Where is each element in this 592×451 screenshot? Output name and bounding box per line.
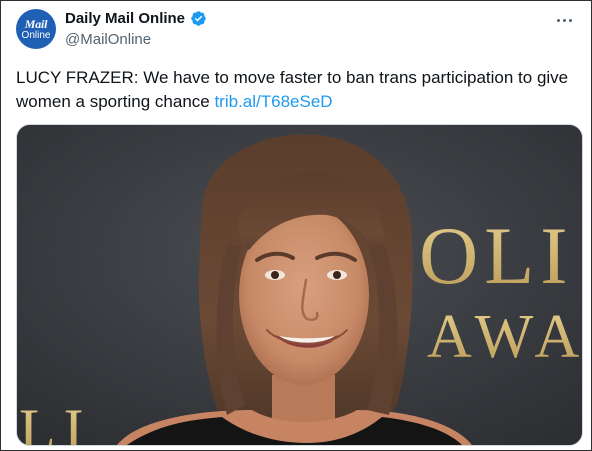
author-display-name[interactable]: Daily Mail Online (65, 10, 185, 27)
photo-illustration: OLI AWA LI (17, 125, 582, 445)
avatar-line2: Online (21, 29, 51, 41)
tweet-media-image[interactable]: OLI AWA LI (16, 124, 583, 446)
more-options-icon[interactable] (551, 9, 577, 31)
avatar[interactable]: Mail Online (16, 9, 56, 49)
backdrop-text-2: AWA (427, 303, 582, 371)
avatar-line1: Mail (24, 16, 48, 31)
tweet-text: LUCY FRAZER: We have to move faster to b… (16, 66, 578, 114)
tweet-card: Mail Online Daily Mail Online @MailOnlin… (0, 0, 592, 451)
author-handle[interactable]: @MailOnline (65, 31, 151, 48)
author-name-row: Daily Mail Online (65, 10, 207, 27)
tweet-link[interactable]: trib.al/T68eSeD (214, 92, 332, 111)
backdrop-text-3: LI (19, 397, 92, 445)
verified-badge-icon (191, 11, 206, 26)
backdrop-text-1: OLI (419, 210, 574, 301)
